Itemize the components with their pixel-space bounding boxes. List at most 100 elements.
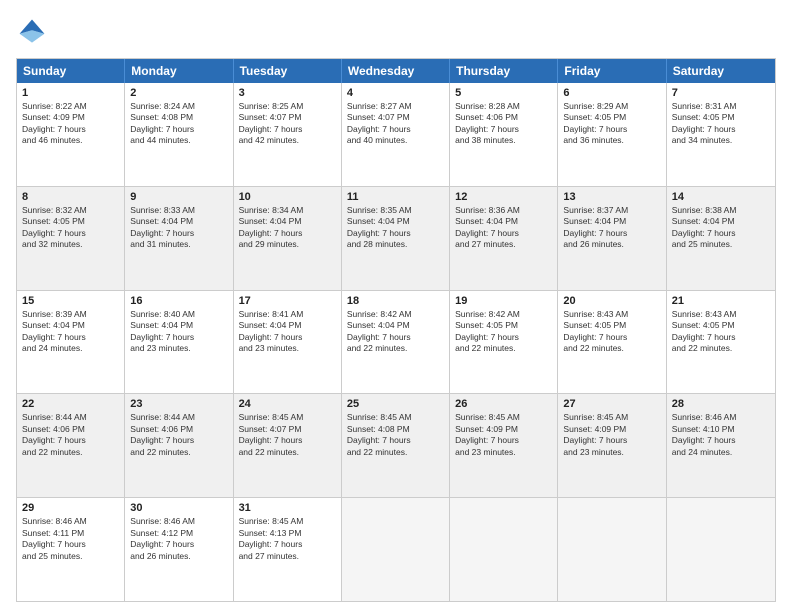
day-number: 16 bbox=[130, 295, 227, 307]
calendar: SundayMondayTuesdayWednesdayThursdayFrid… bbox=[16, 58, 776, 602]
calendar-cell: 27 Sunrise: 8:45 AM Sunset: 4:09 PM Dayli… bbox=[558, 394, 666, 497]
day-info: Sunrise: 8:39 AM Sunset: 4:04 PM Dayligh… bbox=[22, 309, 119, 355]
calendar-cell: 30 Sunrise: 8:46 AM Sunset: 4:12 PM Dayli… bbox=[125, 498, 233, 601]
calendar-cell: 10 Sunrise: 8:34 AM Sunset: 4:04 PM Dayli… bbox=[234, 187, 342, 290]
calendar-cell: 29Sunrise: 8:46 AM Sunset: 4:11 PM Dayli… bbox=[17, 498, 125, 601]
day-number: 28 bbox=[672, 398, 770, 410]
day-number: 10 bbox=[239, 191, 336, 203]
day-number: 14 bbox=[672, 191, 770, 203]
day-number: 12 bbox=[455, 191, 552, 203]
day-info: Sunrise: 8:33 AM Sunset: 4:04 PM Dayligh… bbox=[130, 205, 227, 251]
day-number: 8 bbox=[22, 191, 119, 203]
day-info: Sunrise: 8:44 AM Sunset: 4:06 PM Dayligh… bbox=[130, 412, 227, 458]
header bbox=[16, 16, 776, 48]
day-number: 21 bbox=[672, 295, 770, 307]
day-info: Sunrise: 8:37 AM Sunset: 4:04 PM Dayligh… bbox=[563, 205, 660, 251]
day-number: 27 bbox=[563, 398, 660, 410]
day-number: 19 bbox=[455, 295, 552, 307]
calendar-cell: 3 Sunrise: 8:25 AM Sunset: 4:07 PM Daylig… bbox=[234, 83, 342, 186]
day-number: 26 bbox=[455, 398, 552, 410]
day-number: 30 bbox=[130, 502, 227, 514]
logo bbox=[16, 16, 52, 48]
day-header-wednesday: Wednesday bbox=[342, 59, 450, 83]
day-info: Sunrise: 8:45 AM Sunset: 4:13 PM Dayligh… bbox=[239, 516, 336, 562]
day-header-monday: Monday bbox=[125, 59, 233, 83]
calendar-cell: 23 Sunrise: 8:44 AM Sunset: 4:06 PM Dayli… bbox=[125, 394, 233, 497]
day-info: Sunrise: 8:43 AM Sunset: 4:05 PM Dayligh… bbox=[563, 309, 660, 355]
calendar-cell bbox=[667, 498, 775, 601]
calendar-cell: 13Sunrise: 8:37 AM Sunset: 4:04 PM Dayli… bbox=[558, 187, 666, 290]
calendar-cell: 20Sunrise: 8:43 AM Sunset: 4:05 PM Dayli… bbox=[558, 291, 666, 394]
calendar-cell: 17 Sunrise: 8:41 AM Sunset: 4:04 PM Dayli… bbox=[234, 291, 342, 394]
calendar-cell: 26Sunrise: 8:45 AM Sunset: 4:09 PM Dayli… bbox=[450, 394, 558, 497]
day-info: Sunrise: 8:32 AM Sunset: 4:05 PM Dayligh… bbox=[22, 205, 119, 251]
calendar-week-3: 15 Sunrise: 8:39 AM Sunset: 4:04 PM Dayli… bbox=[17, 291, 775, 395]
calendar-week-5: 29Sunrise: 8:46 AM Sunset: 4:11 PM Dayli… bbox=[17, 498, 775, 601]
day-info: Sunrise: 8:38 AM Sunset: 4:04 PM Dayligh… bbox=[672, 205, 770, 251]
calendar-cell: 7 Sunrise: 8:31 AM Sunset: 4:05 PM Daylig… bbox=[667, 83, 775, 186]
day-info: Sunrise: 8:29 AM Sunset: 4:05 PM Dayligh… bbox=[563, 101, 660, 147]
day-info: Sunrise: 8:43 AM Sunset: 4:05 PM Dayligh… bbox=[672, 309, 770, 355]
calendar-cell: 25Sunrise: 8:45 AM Sunset: 4:08 PM Dayli… bbox=[342, 394, 450, 497]
calendar-cell: 2Sunrise: 8:24 AM Sunset: 4:08 PM Daylig… bbox=[125, 83, 233, 186]
day-number: 3 bbox=[239, 87, 336, 99]
day-number: 7 bbox=[672, 87, 770, 99]
day-info: Sunrise: 8:25 AM Sunset: 4:07 PM Dayligh… bbox=[239, 101, 336, 147]
day-number: 5 bbox=[455, 87, 552, 99]
day-number: 23 bbox=[130, 398, 227, 410]
calendar-cell: 11Sunrise: 8:35 AM Sunset: 4:04 PM Dayli… bbox=[342, 187, 450, 290]
day-header-sunday: Sunday bbox=[17, 59, 125, 83]
calendar-cell: 21 Sunrise: 8:43 AM Sunset: 4:05 PM Dayli… bbox=[667, 291, 775, 394]
day-number: 17 bbox=[239, 295, 336, 307]
day-info: Sunrise: 8:45 AM Sunset: 4:07 PM Dayligh… bbox=[239, 412, 336, 458]
calendar-body: 1Sunrise: 8:22 AM Sunset: 4:09 PM Daylig… bbox=[17, 83, 775, 601]
day-info: Sunrise: 8:40 AM Sunset: 4:04 PM Dayligh… bbox=[130, 309, 227, 355]
day-info: Sunrise: 8:34 AM Sunset: 4:04 PM Dayligh… bbox=[239, 205, 336, 251]
day-info: Sunrise: 8:24 AM Sunset: 4:08 PM Dayligh… bbox=[130, 101, 227, 147]
day-number: 1 bbox=[22, 87, 119, 99]
calendar-header: SundayMondayTuesdayWednesdayThursdayFrid… bbox=[17, 59, 775, 83]
day-info: Sunrise: 8:46 AM Sunset: 4:10 PM Dayligh… bbox=[672, 412, 770, 458]
calendar-week-2: 8 Sunrise: 8:32 AM Sunset: 4:05 PM Daylig… bbox=[17, 187, 775, 291]
day-number: 31 bbox=[239, 502, 336, 514]
calendar-cell: 31 Sunrise: 8:45 AM Sunset: 4:13 PM Dayli… bbox=[234, 498, 342, 601]
calendar-week-4: 22 Sunrise: 8:44 AM Sunset: 4:06 PM Dayli… bbox=[17, 394, 775, 498]
calendar-cell bbox=[450, 498, 558, 601]
logo-icon bbox=[16, 16, 48, 48]
day-info: Sunrise: 8:46 AM Sunset: 4:11 PM Dayligh… bbox=[22, 516, 119, 562]
day-info: Sunrise: 8:31 AM Sunset: 4:05 PM Dayligh… bbox=[672, 101, 770, 147]
day-info: Sunrise: 8:28 AM Sunset: 4:06 PM Dayligh… bbox=[455, 101, 552, 147]
day-info: Sunrise: 8:27 AM Sunset: 4:07 PM Dayligh… bbox=[347, 101, 444, 147]
calendar-cell: 19 Sunrise: 8:42 AM Sunset: 4:05 PM Dayli… bbox=[450, 291, 558, 394]
calendar-cell: 5 Sunrise: 8:28 AM Sunset: 4:06 PM Daylig… bbox=[450, 83, 558, 186]
day-number: 24 bbox=[239, 398, 336, 410]
day-header-thursday: Thursday bbox=[450, 59, 558, 83]
calendar-cell: 12 Sunrise: 8:36 AM Sunset: 4:04 PM Dayli… bbox=[450, 187, 558, 290]
day-header-saturday: Saturday bbox=[667, 59, 775, 83]
day-info: Sunrise: 8:42 AM Sunset: 4:05 PM Dayligh… bbox=[455, 309, 552, 355]
calendar-cell: 6 Sunrise: 8:29 AM Sunset: 4:05 PM Daylig… bbox=[558, 83, 666, 186]
day-number: 15 bbox=[22, 295, 119, 307]
calendar-cell: 15 Sunrise: 8:39 AM Sunset: 4:04 PM Dayli… bbox=[17, 291, 125, 394]
day-info: Sunrise: 8:36 AM Sunset: 4:04 PM Dayligh… bbox=[455, 205, 552, 251]
day-number: 25 bbox=[347, 398, 444, 410]
day-info: Sunrise: 8:35 AM Sunset: 4:04 PM Dayligh… bbox=[347, 205, 444, 251]
day-header-tuesday: Tuesday bbox=[234, 59, 342, 83]
day-info: Sunrise: 8:45 AM Sunset: 4:09 PM Dayligh… bbox=[563, 412, 660, 458]
calendar-cell: 28 Sunrise: 8:46 AM Sunset: 4:10 PM Dayli… bbox=[667, 394, 775, 497]
day-number: 22 bbox=[22, 398, 119, 410]
calendar-cell: 4Sunrise: 8:27 AM Sunset: 4:07 PM Daylig… bbox=[342, 83, 450, 186]
calendar-cell: 14 Sunrise: 8:38 AM Sunset: 4:04 PM Dayli… bbox=[667, 187, 775, 290]
day-number: 9 bbox=[130, 191, 227, 203]
day-number: 6 bbox=[563, 87, 660, 99]
day-info: Sunrise: 8:46 AM Sunset: 4:12 PM Dayligh… bbox=[130, 516, 227, 562]
calendar-cell: 24 Sunrise: 8:45 AM Sunset: 4:07 PM Dayli… bbox=[234, 394, 342, 497]
day-info: Sunrise: 8:44 AM Sunset: 4:06 PM Dayligh… bbox=[22, 412, 119, 458]
calendar-cell: 18Sunrise: 8:42 AM Sunset: 4:04 PM Dayli… bbox=[342, 291, 450, 394]
day-info: Sunrise: 8:41 AM Sunset: 4:04 PM Dayligh… bbox=[239, 309, 336, 355]
calendar-cell: 22 Sunrise: 8:44 AM Sunset: 4:06 PM Dayli… bbox=[17, 394, 125, 497]
page: SundayMondayTuesdayWednesdayThursdayFrid… bbox=[0, 0, 792, 612]
day-info: Sunrise: 8:42 AM Sunset: 4:04 PM Dayligh… bbox=[347, 309, 444, 355]
day-header-friday: Friday bbox=[558, 59, 666, 83]
calendar-cell: 9 Sunrise: 8:33 AM Sunset: 4:04 PM Daylig… bbox=[125, 187, 233, 290]
